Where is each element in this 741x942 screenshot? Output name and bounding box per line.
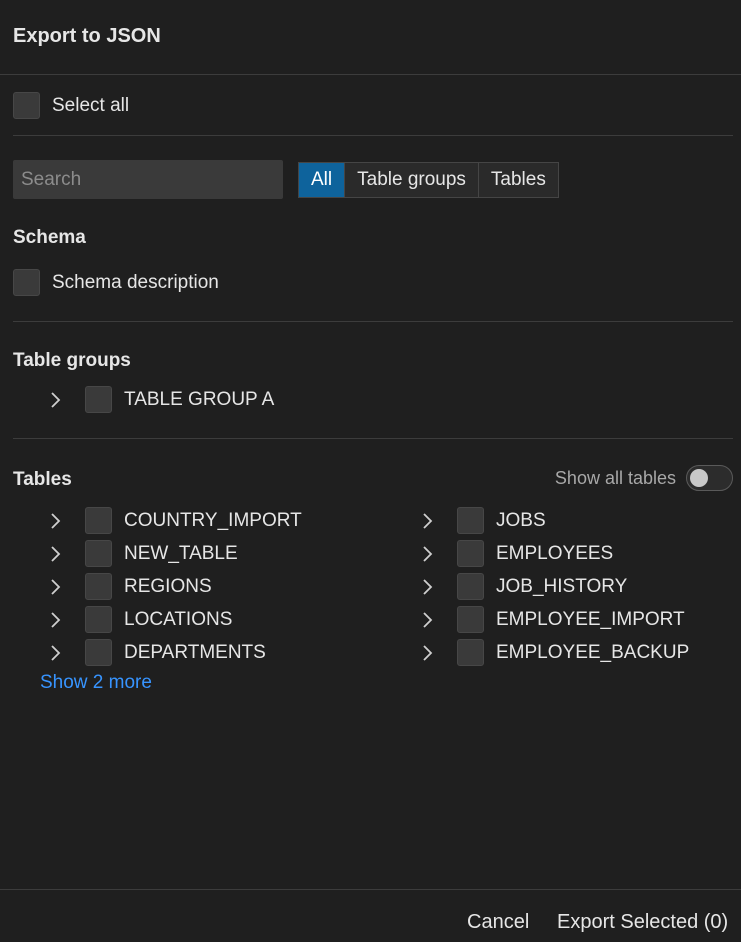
show-all-tables-toggle[interactable]	[686, 465, 733, 491]
table-group-checkbox[interactable]	[85, 386, 112, 413]
table-checkbox[interactable]	[85, 540, 112, 567]
table-groups-heading: Table groups	[13, 350, 131, 371]
table-checkbox[interactable]	[85, 639, 112, 666]
chevron-right-icon[interactable]	[49, 644, 63, 661]
toggle-knob	[690, 469, 708, 487]
table-checkbox[interactable]	[457, 639, 484, 666]
table-label: EMPLOYEE_BACKUP	[496, 641, 690, 663]
chevron-right-icon[interactable]	[421, 644, 435, 661]
tab-tables[interactable]: Tables	[477, 163, 558, 197]
table-checkbox[interactable]	[85, 507, 112, 534]
table-item[interactable]: COUNTRY_IMPORT	[49, 507, 302, 534]
table-checkbox[interactable]	[457, 540, 484, 567]
table-label: NEW_TABLE	[124, 542, 238, 564]
chevron-right-icon[interactable]	[421, 578, 435, 595]
chevron-right-icon[interactable]	[49, 578, 63, 595]
table-label: JOBS	[496, 509, 546, 531]
table-group-item[interactable]: TABLE GROUP A	[49, 386, 274, 413]
tables-heading: Tables	[13, 469, 72, 490]
search-input[interactable]	[13, 160, 283, 199]
show-more-link[interactable]: Show 2 more	[40, 672, 152, 694]
schema-item[interactable]: Schema description	[13, 269, 219, 296]
table-checkbox[interactable]	[457, 606, 484, 633]
chevron-right-icon[interactable]	[421, 512, 435, 529]
select-all-checkbox[interactable]	[13, 92, 40, 119]
table-item[interactable]: EMPLOYEE_IMPORT	[421, 606, 685, 633]
chevron-right-icon[interactable]	[421, 545, 435, 562]
chevron-right-icon[interactable]	[49, 391, 63, 408]
chevron-right-icon[interactable]	[49, 512, 63, 529]
divider	[0, 74, 741, 75]
table-item[interactable]: REGIONS	[49, 573, 212, 600]
table-label: COUNTRY_IMPORT	[124, 509, 302, 531]
table-group-label: TABLE GROUP A	[124, 388, 275, 410]
table-item[interactable]: NEW_TABLE	[49, 540, 238, 567]
chevron-right-icon[interactable]	[421, 611, 435, 628]
schema-description-checkbox[interactable]	[13, 269, 40, 296]
table-label: EMPLOYEE_IMPORT	[496, 608, 685, 630]
table-item[interactable]: EMPLOYEES	[421, 540, 613, 567]
table-checkbox[interactable]	[457, 507, 484, 534]
chevron-right-icon[interactable]	[49, 545, 63, 562]
schema-description-label: Schema description	[52, 271, 219, 293]
filter-tabs: All Table groups Tables	[298, 162, 559, 198]
table-item[interactable]: LOCATIONS	[49, 606, 232, 633]
schema-heading: Schema	[13, 227, 86, 248]
table-label: REGIONS	[124, 575, 212, 597]
tab-table-groups[interactable]: Table groups	[344, 163, 478, 197]
show-all-tables-label: Show all tables	[554, 467, 676, 488]
table-checkbox[interactable]	[85, 573, 112, 600]
table-label: LOCATIONS	[124, 608, 233, 630]
table-label: EMPLOYEES	[496, 542, 614, 564]
divider	[13, 135, 733, 136]
table-checkbox[interactable]	[457, 573, 484, 600]
divider	[13, 321, 733, 322]
table-item[interactable]: EMPLOYEE_BACKUP	[421, 639, 689, 666]
select-all-label: Select all	[52, 94, 130, 116]
table-item[interactable]: JOBS	[421, 507, 546, 534]
cancel-button[interactable]: Cancel	[467, 911, 529, 934]
divider	[13, 438, 733, 439]
table-item[interactable]: DEPARTMENTS	[49, 639, 266, 666]
table-item[interactable]: JOB_HISTORY	[421, 573, 627, 600]
table-label: DEPARTMENTS	[124, 641, 266, 663]
chevron-right-icon[interactable]	[49, 611, 63, 628]
tab-all[interactable]: All	[299, 163, 345, 197]
select-all-row[interactable]: Select all	[13, 92, 129, 119]
export-selected-button[interactable]: Export Selected (0)	[557, 911, 728, 934]
table-label: JOB_HISTORY	[496, 575, 628, 597]
dialog-title: Export to JSON	[13, 25, 161, 47]
show-all-tables-control: Show all tables	[555, 465, 733, 491]
footer-divider	[0, 889, 741, 890]
table-checkbox[interactable]	[85, 606, 112, 633]
